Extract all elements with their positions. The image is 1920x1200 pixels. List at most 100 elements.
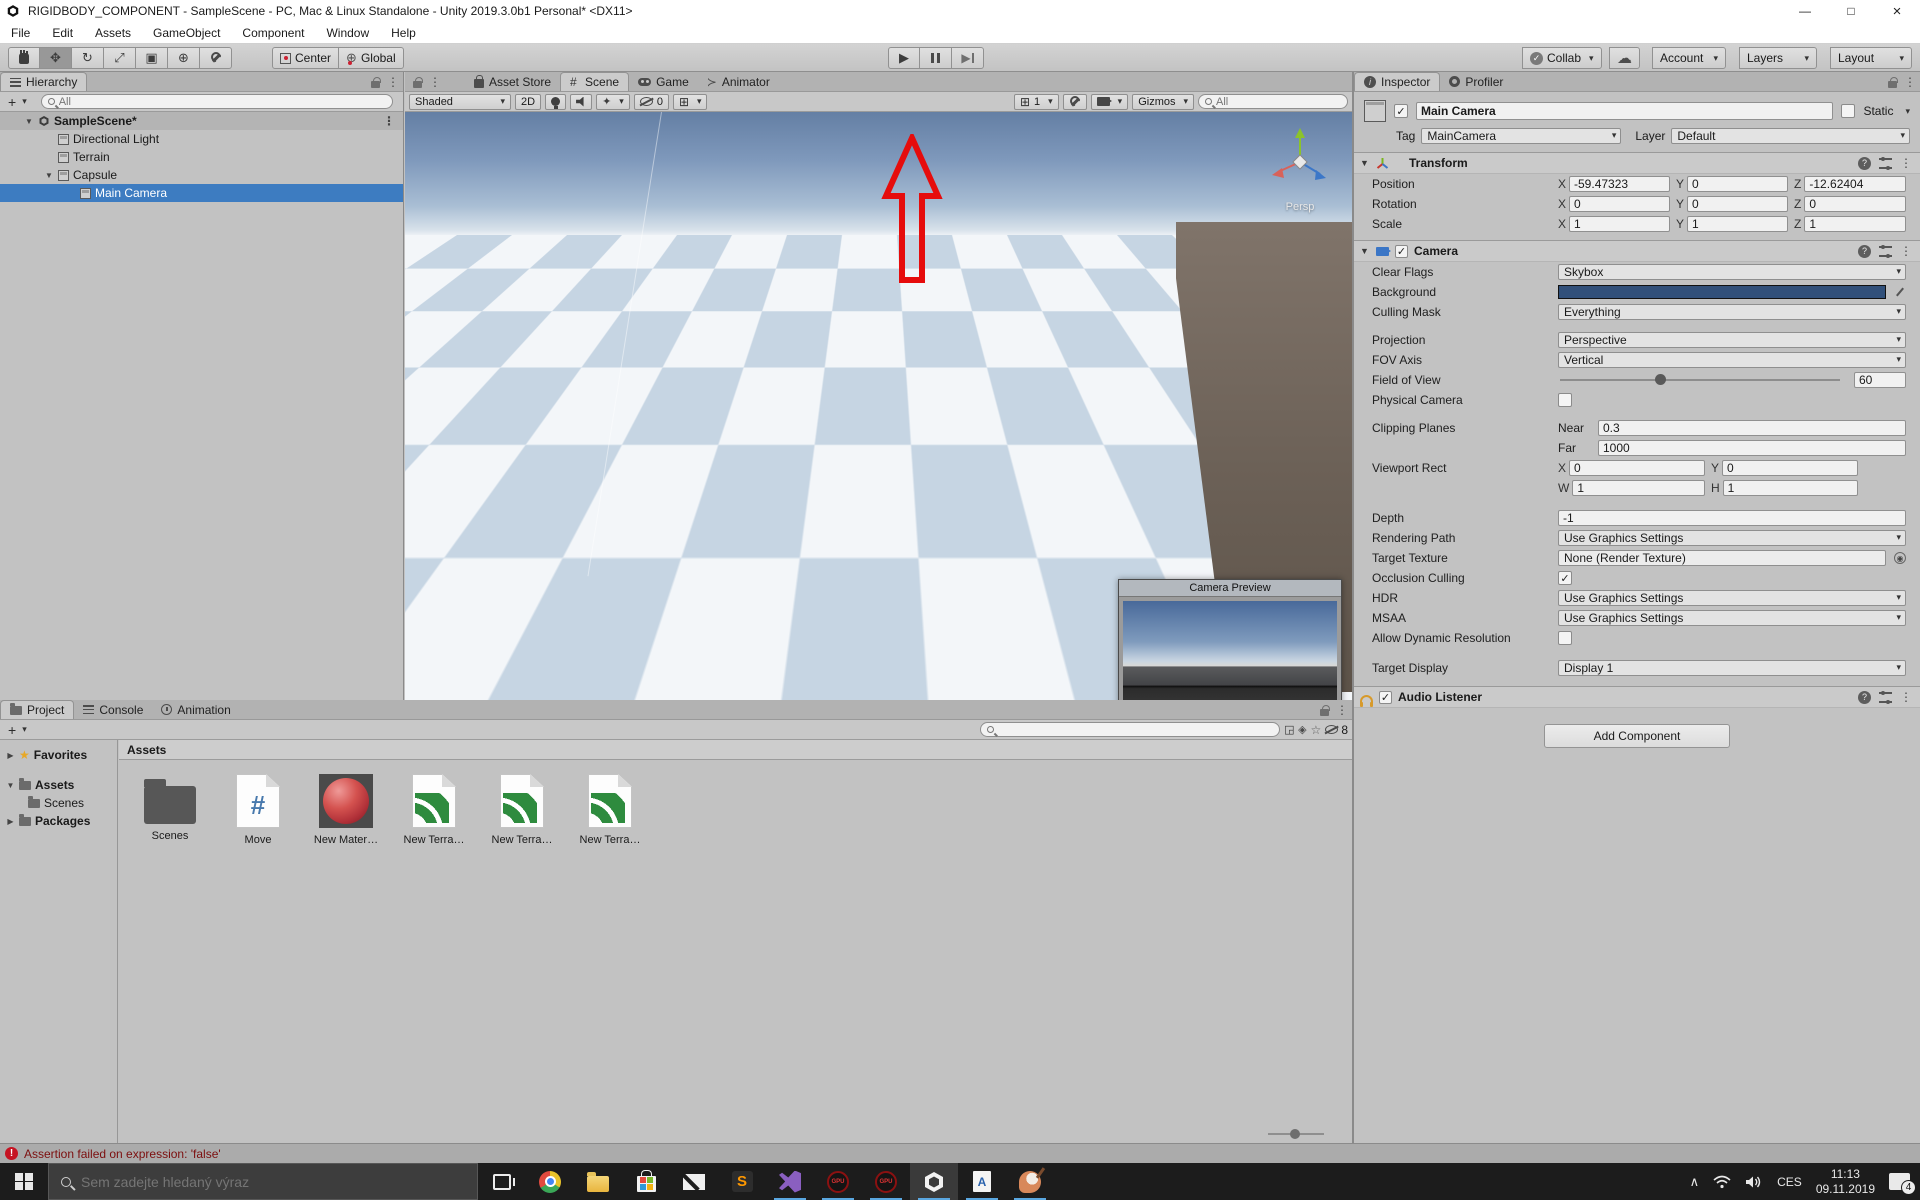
hidden-objects-button[interactable]: 0 [633, 93, 669, 110]
chevron-down-icon[interactable]: ▾ [1905, 106, 1910, 117]
start-button[interactable] [0, 1163, 48, 1200]
chrome-button[interactable] [526, 1163, 574, 1200]
project-add-button[interactable]: + ▾ [4, 722, 31, 738]
hierarchy-item-main-camera[interactable]: Main Camera [0, 184, 403, 202]
scene-orientation-gizmo[interactable]: Persp [1262, 120, 1338, 213]
tab-console[interactable]: Console [74, 700, 152, 719]
layout-dropdown[interactable]: Layout ▾ [1830, 47, 1912, 69]
position-y-field[interactable]: 0 [1687, 176, 1788, 192]
sublime-text-button[interactable]: S [718, 1163, 766, 1200]
msaa-dropdown[interactable]: Use Graphics Settings ▾ [1558, 610, 1906, 626]
scene-search[interactable] [1198, 94, 1348, 109]
collab-button[interactable]: ✓ Collab ▾ [1522, 47, 1602, 69]
lighting-toggle-button[interactable] [545, 93, 567, 110]
scene-menu-icon[interactable]: ⋮ [383, 114, 395, 128]
position-x-field[interactable]: -59.47323 [1569, 176, 1670, 192]
foldout-arrow-icon[interactable]: ▼ [1360, 246, 1370, 256]
help-icon[interactable]: ? [1858, 690, 1871, 704]
tab-animator[interactable]: ≻ Animator [698, 72, 779, 91]
minimize-button[interactable]: — [1782, 0, 1828, 22]
far-field[interactable]: 1000 [1598, 440, 1906, 456]
microsoft-store-button[interactable] [622, 1163, 670, 1200]
asset-new-material[interactable]: New Mater… [314, 774, 378, 846]
search-by-label-icon[interactable]: ◈ [1298, 723, 1306, 736]
pivot-global-button[interactable]: ⊕ Global [339, 47, 404, 69]
add-component-button[interactable]: Add Component [1544, 724, 1730, 748]
taskbar-search-input[interactable] [81, 1173, 465, 1190]
panel-menu-icon[interactable]: ⋮ [387, 75, 399, 89]
foldout-arrow-icon[interactable]: ▼ [6, 781, 15, 790]
hdr-dropdown[interactable]: Use Graphics Settings ▾ [1558, 590, 1906, 606]
project-tree-packages[interactable]: ▶ Packages [0, 812, 117, 830]
gpu-tweak-button[interactable]: GPU [814, 1163, 862, 1200]
account-dropdown[interactable]: Account ▾ [1652, 47, 1726, 69]
projection-dropdown[interactable]: Perspective ▾ [1558, 332, 1906, 348]
rect-tool-button[interactable]: ▣ [136, 47, 168, 69]
scene-viewport[interactable]: Persp Camera Preview [405, 112, 1352, 700]
hierarchy-add-button[interactable]: + ▾ [4, 94, 31, 110]
rotation-y-field[interactable]: 0 [1687, 196, 1788, 212]
presets-icon[interactable] [1879, 690, 1892, 704]
audio-toggle-button[interactable] [570, 93, 593, 110]
unity-taskbar-button[interactable] [910, 1163, 958, 1200]
dynamic-resolution-checkbox[interactable] [1558, 631, 1572, 645]
lock-icon[interactable] [1320, 704, 1330, 716]
snap-settings-button[interactable] [1062, 93, 1087, 110]
foldout-arrow-icon[interactable]: ▼ [24, 117, 34, 126]
help-icon[interactable]: ? [1858, 244, 1871, 258]
effects-dropdown[interactable]: ✦ ▾ [596, 93, 630, 110]
menu-file[interactable]: File [0, 22, 41, 44]
asset-new-terrain-3[interactable]: New Terra… [579, 774, 641, 846]
layer-dropdown[interactable]: Default ▾ [1671, 128, 1910, 144]
cloud-button[interactable]: ☁ [1609, 47, 1640, 69]
tab-profiler[interactable]: Profiler [1440, 72, 1512, 91]
audio-listener-component-header[interactable]: ✓ Audio Listener ? ⋮ [1354, 686, 1920, 708]
menu-edit[interactable]: Edit [41, 22, 84, 44]
shading-mode-dropdown[interactable]: Shaded ▾ [409, 93, 511, 110]
layers-dropdown[interactable]: Layers ▾ [1739, 47, 1817, 69]
search-by-type-icon[interactable]: ◲ [1284, 724, 1294, 735]
foldout-arrow-icon[interactable]: ▼ [44, 171, 54, 180]
lock-icon[interactable] [371, 76, 381, 88]
foldout-arrow-icon[interactable]: ▶ [6, 751, 15, 760]
scale-x-field[interactable]: 1 [1569, 216, 1670, 232]
viewport-w-field[interactable]: 1 [1572, 480, 1705, 496]
occlusion-culling-checkbox[interactable]: ✓ [1558, 571, 1572, 585]
close-button[interactable]: × [1874, 0, 1920, 22]
near-field[interactable]: 0.3 [1598, 420, 1906, 436]
tray-expand-icon[interactable]: ∧ [1690, 1174, 1700, 1190]
physical-camera-checkbox[interactable] [1558, 393, 1572, 407]
pan-tool-button[interactable] [8, 47, 40, 69]
presets-icon[interactable] [1879, 156, 1892, 170]
panel-menu-icon[interactable]: ⋮ [1904, 75, 1916, 89]
scale-z-field[interactable]: 1 [1804, 216, 1906, 232]
viewport-y-field[interactable]: 0 [1722, 460, 1858, 476]
viewport-x-field[interactable]: 0 [1569, 460, 1705, 476]
menu-assets[interactable]: Assets [84, 22, 142, 44]
scale-y-field[interactable]: 1 [1687, 216, 1788, 232]
slider-knob[interactable] [1290, 1129, 1300, 1139]
capsule-object[interactable] [938, 389, 1024, 529]
target-display-dropdown[interactable]: Display 1 ▾ [1558, 660, 1906, 676]
panel-menu-icon[interactable]: ⋮ [429, 75, 441, 89]
gpu-tweak-2-button[interactable]: GPU [862, 1163, 910, 1200]
perspective-label[interactable]: Persp [1262, 201, 1338, 213]
position-z-field[interactable]: -12.62404 [1804, 176, 1906, 192]
hierarchy-item-scene[interactable]: ▼ SampleScene* ⋮ [0, 112, 403, 130]
taskbar-search[interactable] [48, 1163, 478, 1200]
gameobject-name-field[interactable]: Main Camera [1416, 102, 1834, 120]
fov-slider[interactable] [1560, 374, 1840, 385]
rendering-path-dropdown[interactable]: Use Graphics Settings ▾ [1558, 530, 1906, 546]
visual-studio-button[interactable] [766, 1163, 814, 1200]
tab-game[interactable]: Game [629, 72, 698, 91]
component-menu-icon[interactable]: ⋮ [1900, 156, 1912, 170]
hierarchy-item-directional-light[interactable]: Directional Light [0, 130, 403, 148]
mail-button[interactable] [670, 1163, 718, 1200]
hierarchy-search[interactable] [40, 94, 393, 109]
scene-camera-dropdown[interactable]: ▾ [1090, 93, 1129, 110]
language-indicator[interactable]: CES [1777, 1175, 1802, 1189]
pivot-center-button[interactable]: Center [272, 47, 340, 69]
tab-asset-store[interactable]: Asset Store [465, 72, 560, 91]
culling-mask-dropdown[interactable]: Everything ▾ [1558, 304, 1906, 320]
rotation-z-field[interactable]: 0 [1804, 196, 1906, 212]
